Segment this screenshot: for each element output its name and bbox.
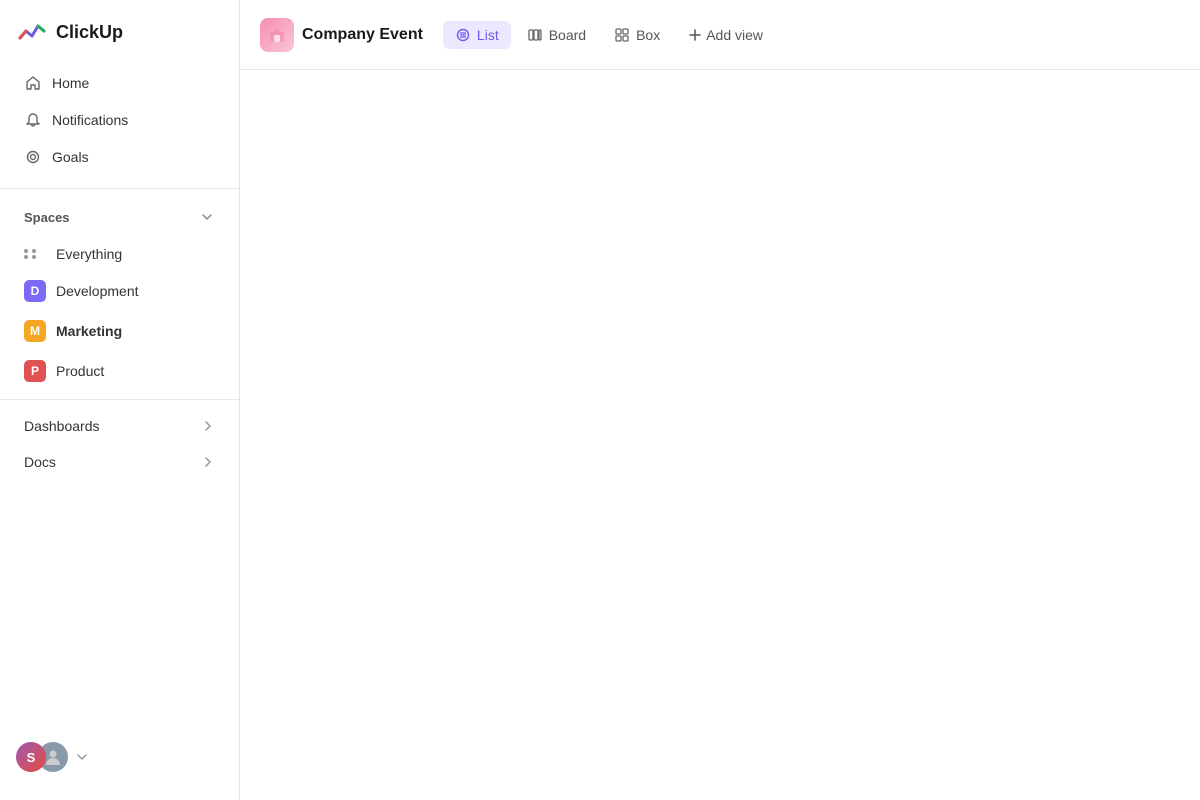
board-tab-label: Board bbox=[549, 27, 586, 43]
development-avatar: D bbox=[24, 280, 46, 302]
spaces-header[interactable]: Spaces bbox=[8, 201, 231, 233]
everything-dots-icon bbox=[24, 249, 46, 260]
add-view-label: Add view bbox=[706, 27, 763, 43]
notifications-label: Notifications bbox=[52, 112, 128, 128]
home-icon bbox=[24, 74, 42, 92]
docs-label: Docs bbox=[24, 454, 56, 470]
logo-area[interactable]: ClickUp bbox=[0, 0, 239, 60]
sidebar-item-goals[interactable]: Goals bbox=[8, 139, 231, 175]
sidebar-item-docs[interactable]: Docs bbox=[8, 445, 231, 479]
docs-right bbox=[201, 455, 215, 469]
sidebar: ClickUp Home Notifications bbox=[0, 0, 240, 800]
sidebar-item-development[interactable]: D Development bbox=[8, 272, 231, 310]
chevron-right-icon-docs bbox=[201, 455, 215, 469]
topbar: Company Event List bbox=[240, 0, 1200, 70]
everything-label: Everything bbox=[56, 246, 122, 262]
sidebar-item-everything[interactable]: Everything bbox=[8, 238, 231, 270]
app-name: ClickUp bbox=[56, 22, 123, 43]
sidebar-item-dashboards[interactable]: Dashboards bbox=[8, 409, 231, 443]
tab-box[interactable]: Box bbox=[602, 21, 672, 49]
nav-section: Home Notifications Goals bbox=[0, 60, 239, 180]
dashboards-right bbox=[201, 419, 215, 433]
avatar-pair: S bbox=[16, 742, 68, 772]
bell-icon bbox=[24, 111, 42, 129]
chevron-right-icon bbox=[201, 419, 215, 433]
user-avatar-s: S bbox=[16, 742, 46, 772]
box-tab-label: Box bbox=[636, 27, 660, 43]
goals-icon bbox=[24, 148, 42, 166]
main-content: Company Event List bbox=[240, 0, 1200, 800]
goals-label: Goals bbox=[52, 149, 89, 165]
project-icon bbox=[260, 18, 294, 52]
clickup-logo-icon bbox=[16, 16, 48, 48]
content-area bbox=[240, 70, 1200, 800]
home-label: Home bbox=[52, 75, 89, 91]
divider-1 bbox=[0, 188, 239, 189]
dashboards-label: Dashboards bbox=[24, 418, 100, 434]
sidebar-item-notifications[interactable]: Notifications bbox=[8, 102, 231, 138]
board-icon bbox=[527, 27, 543, 43]
list-icon bbox=[455, 27, 471, 43]
user-area[interactable]: S bbox=[0, 730, 239, 784]
view-tabs: List Board bbox=[443, 21, 775, 49]
sidebar-item-product[interactable]: P Product bbox=[8, 352, 231, 390]
marketing-avatar: M bbox=[24, 320, 46, 342]
plus-icon bbox=[688, 28, 702, 42]
divider-2 bbox=[0, 399, 239, 400]
chevron-down-icon bbox=[199, 209, 215, 225]
list-tab-label: List bbox=[477, 27, 499, 43]
dropdown-icon bbox=[76, 751, 88, 763]
product-label: Product bbox=[56, 363, 104, 379]
marketing-label: Marketing bbox=[56, 323, 122, 339]
sidebar-item-marketing[interactable]: M Marketing bbox=[8, 312, 231, 350]
spaces-title: Spaces bbox=[24, 210, 70, 225]
project-title: Company Event bbox=[302, 26, 423, 44]
tab-board[interactable]: Board bbox=[515, 21, 598, 49]
tab-list[interactable]: List bbox=[443, 21, 511, 49]
add-view-button[interactable]: Add view bbox=[676, 21, 775, 49]
product-avatar: P bbox=[24, 360, 46, 382]
sidebar-item-home[interactable]: Home bbox=[8, 65, 231, 101]
development-label: Development bbox=[56, 283, 139, 299]
box-icon bbox=[614, 27, 630, 43]
